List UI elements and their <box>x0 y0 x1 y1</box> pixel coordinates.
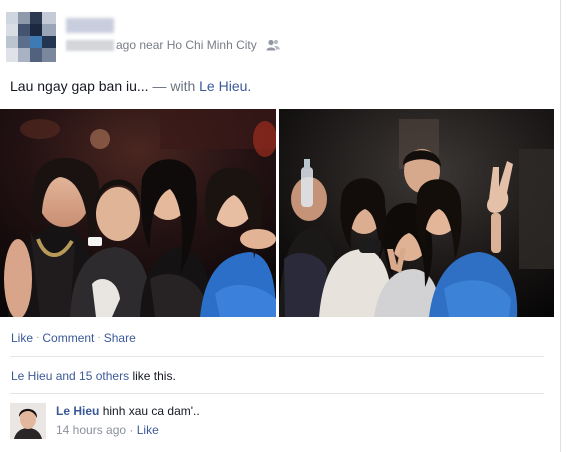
likes-summary: Le Hieu and 15 others like this. <box>11 369 176 383</box>
divider <box>10 393 544 394</box>
share-link[interactable]: Share <box>104 331 136 345</box>
comment-author-link[interactable]: Le Hieu <box>56 404 99 418</box>
post-actions: Like · Comment · Share <box>11 331 136 345</box>
comment-link[interactable]: Comment <box>42 331 94 345</box>
like-link[interactable]: Like <box>11 331 33 345</box>
group-photo-left[interactable] <box>0 109 276 317</box>
location-link[interactable]: Ho Chi Minh City <box>167 38 257 52</box>
friends-icon[interactable] <box>266 39 280 51</box>
divider <box>10 356 544 357</box>
comment-like-link[interactable]: Like <box>137 423 159 437</box>
photo-left-image <box>0 109 276 317</box>
separator-dot: · <box>97 332 101 343</box>
likes-suffix: like this. <box>132 369 176 383</box>
post-time-redacted[interactable] <box>66 40 114 51</box>
post-card: ago near Ho Chi Minh City Lau ngay gap b… <box>0 0 561 452</box>
avatar-pixelated-image <box>6 12 56 62</box>
post-message: Lau ngay gap ban iu... — with Le Hieu. <box>10 78 251 94</box>
author-avatar[interactable] <box>6 12 56 62</box>
comment-time[interactable]: 14 hours ago <box>56 423 126 437</box>
comment-body: Le Hieu hinh xau ca dam'.. <box>56 404 200 418</box>
likers-link[interactable]: Le Hieu and 15 others <box>11 369 129 383</box>
time-suffix: ago near <box>116 38 164 52</box>
post-meta: ago near Ho Chi Minh City <box>116 38 257 52</box>
separator-dot: · <box>36 332 40 343</box>
group-photo-right[interactable] <box>279 109 554 317</box>
with-prefix: — with <box>152 78 196 94</box>
comment-meta: 14 hours ago · Like <box>56 423 159 437</box>
message-text: Lau ngay gap ban iu... <box>10 78 149 94</box>
commenter-avatar[interactable] <box>10 403 46 439</box>
author-name-redacted[interactable] <box>66 18 114 33</box>
photo-right-image <box>279 109 554 317</box>
tagged-friend-link[interactable]: Le Hieu. <box>199 78 251 94</box>
comment-text: hinh xau ca dam'.. <box>102 404 200 418</box>
commenter-avatar-image <box>10 403 46 439</box>
separator-dot: · <box>129 423 134 437</box>
